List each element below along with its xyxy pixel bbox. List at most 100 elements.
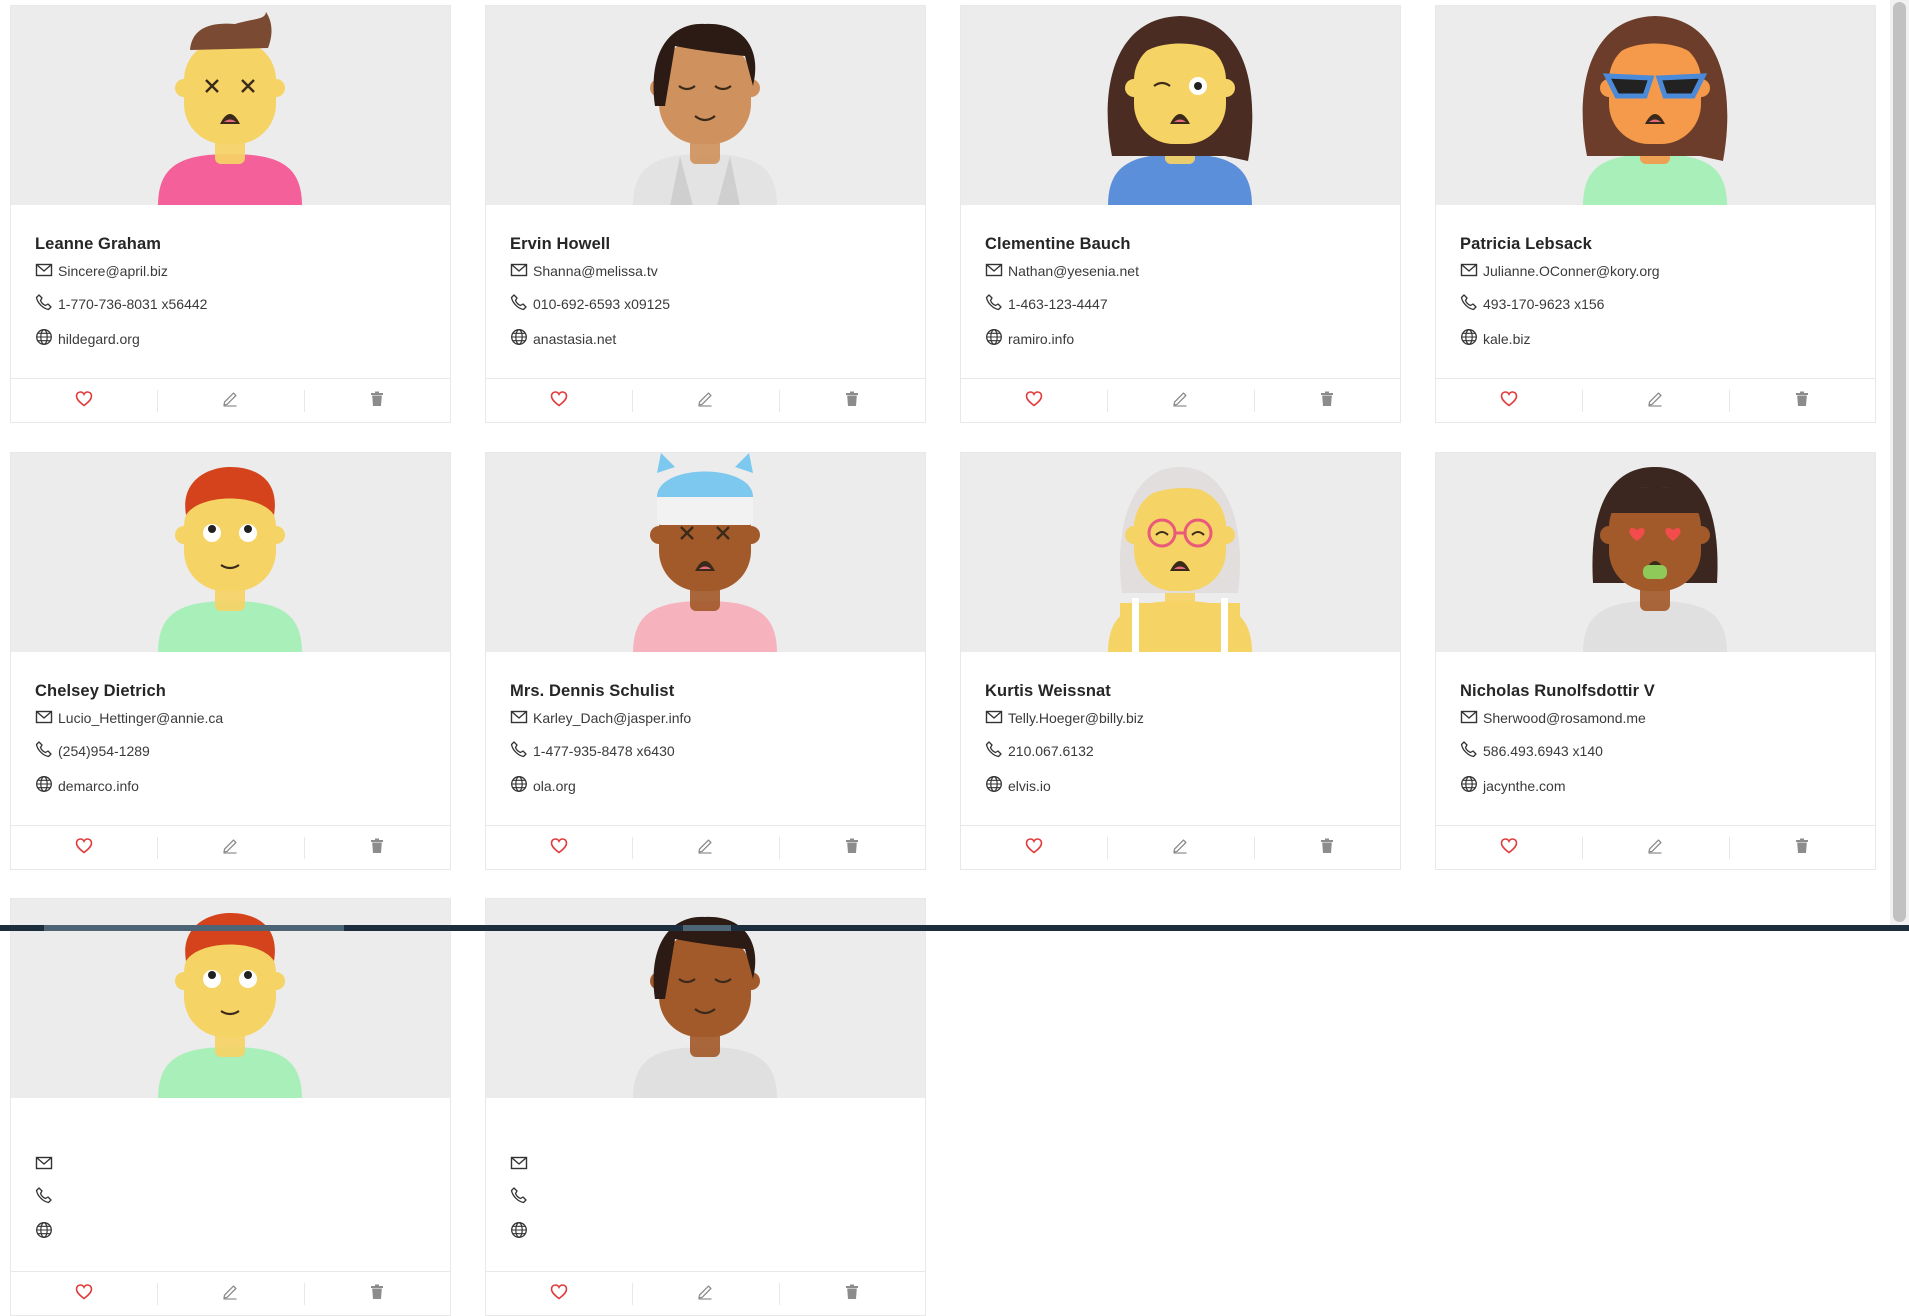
avatar-illustration	[633, 23, 777, 205]
edit-button[interactable]	[1582, 826, 1728, 870]
user-info	[510, 1125, 909, 1249]
card-actions	[1436, 378, 1875, 423]
delete-button[interactable]	[778, 826, 925, 870]
delete-button[interactable]	[1253, 826, 1400, 870]
user-email: Julianne.OConner@kory.org	[1483, 263, 1660, 279]
taskbar-segment	[683, 925, 731, 931]
envelope-icon	[1460, 708, 1483, 729]
website-row: anastasia.net	[510, 321, 909, 356]
avatar	[1436, 453, 1875, 652]
pencil-icon	[1171, 390, 1189, 413]
user-phone: 210.067.6132	[1008, 742, 1094, 759]
like-button[interactable]	[486, 826, 632, 870]
delete-button[interactable]	[303, 379, 450, 423]
phone-icon	[985, 740, 1008, 761]
phone-icon	[35, 293, 58, 314]
edit-button[interactable]	[1107, 379, 1253, 423]
edit-button[interactable]	[157, 1272, 303, 1316]
like-button[interactable]	[11, 826, 157, 870]
user-card: Leanne Graham Sincere@april.biz 1-770-73…	[10, 5, 451, 423]
phone-icon	[510, 293, 533, 314]
website-row	[35, 1214, 434, 1249]
phone-row	[510, 1179, 909, 1214]
edit-button[interactable]	[632, 1272, 778, 1316]
like-button[interactable]	[1436, 826, 1582, 870]
avatar	[961, 453, 1400, 652]
email-row: Lucio_Hettinger@annie.ca	[35, 703, 434, 733]
email-row: Julianne.OConner@kory.org	[1460, 256, 1859, 286]
scrollbar-track[interactable]	[1890, 0, 1909, 931]
user-website: anastasia.net	[533, 330, 617, 347]
pencil-icon	[1646, 837, 1664, 860]
user-info: Nicholas Runolfsdottir V Sherwood@rosamo…	[1460, 679, 1859, 803]
user-card	[10, 898, 451, 1316]
user-email: Sherwood@rosamond.me	[1483, 710, 1646, 726]
user-website: ramiro.info	[1008, 330, 1075, 347]
envelope-icon	[985, 708, 1008, 729]
phone-icon	[985, 293, 1008, 314]
edit-button[interactable]	[1582, 379, 1728, 423]
phone-row: 1-477-935-8478 x6430	[510, 733, 909, 768]
edit-button[interactable]	[632, 379, 778, 423]
user-info: Patricia Lebsack Julianne.OConner@kory.o…	[1460, 232, 1859, 356]
delete-button[interactable]	[778, 379, 925, 423]
pencil-icon	[221, 837, 239, 860]
user-card: Kurtis Weissnat Telly.Hoeger@billy.biz 2…	[960, 452, 1401, 870]
user-email: Shanna@melissa.tv	[533, 263, 658, 279]
user-website: jacynthe.com	[1483, 777, 1566, 794]
user-info: Leanne Graham Sincere@april.biz 1-770-73…	[35, 232, 434, 356]
heart-icon	[75, 837, 93, 860]
trash-icon	[843, 1283, 861, 1306]
avatar-illustration	[158, 12, 302, 205]
globe-icon	[510, 1221, 533, 1242]
user-card: Chelsey Dietrich Lucio_Hettinger@annie.c…	[10, 452, 451, 870]
edit-button[interactable]	[632, 826, 778, 870]
like-button[interactable]	[961, 379, 1107, 423]
avatar-illustration	[1583, 467, 1727, 652]
delete-button[interactable]	[303, 826, 450, 870]
heart-icon	[1025, 837, 1043, 860]
like-button[interactable]	[486, 379, 632, 423]
heart-icon	[550, 390, 568, 413]
like-button[interactable]	[11, 379, 157, 423]
delete-button[interactable]	[303, 1272, 450, 1316]
delete-button[interactable]	[1728, 379, 1875, 423]
globe-icon	[510, 775, 533, 796]
edit-button[interactable]	[157, 826, 303, 870]
avatar	[486, 453, 925, 652]
like-button[interactable]	[1436, 379, 1582, 423]
user-phone: 586.493.6943 x140	[1483, 742, 1603, 759]
like-button[interactable]	[11, 1272, 157, 1316]
card-actions	[486, 378, 925, 423]
user-name: Mrs. Dennis Schulist	[510, 682, 675, 700]
scrollbar-thumb[interactable]	[1893, 2, 1906, 922]
like-button[interactable]	[486, 1272, 632, 1316]
card-actions	[486, 825, 925, 870]
user-phone: 1-477-935-8478 x6430	[533, 742, 675, 759]
envelope-icon	[35, 708, 58, 729]
user-name: Leanne Graham	[35, 235, 162, 253]
delete-button[interactable]	[1253, 379, 1400, 423]
website-row: kale.biz	[1460, 321, 1859, 356]
website-row	[510, 1214, 909, 1249]
globe-icon	[1460, 775, 1483, 796]
user-email: Telly.Hoeger@billy.biz	[1008, 710, 1144, 726]
website-row: elvis.io	[985, 768, 1384, 803]
pencil-icon	[221, 390, 239, 413]
email-row: Shanna@melissa.tv	[510, 256, 909, 286]
email-row: Karley_Dach@jasper.info	[510, 703, 909, 733]
phone-row	[35, 1179, 434, 1214]
edit-button[interactable]	[157, 379, 303, 423]
heart-icon	[75, 1283, 93, 1306]
email-row: Sherwood@rosamond.me	[1460, 703, 1859, 733]
pencil-icon	[696, 1283, 714, 1306]
delete-button[interactable]	[778, 1272, 925, 1316]
avatar-illustration	[633, 453, 777, 652]
like-button[interactable]	[961, 826, 1107, 870]
user-name: Chelsey Dietrich	[35, 682, 166, 700]
delete-button[interactable]	[1728, 826, 1875, 870]
user-info: Kurtis Weissnat Telly.Hoeger@billy.biz 2…	[985, 679, 1384, 803]
globe-icon	[35, 775, 58, 796]
edit-button[interactable]	[1107, 826, 1253, 870]
pencil-icon	[1171, 837, 1189, 860]
